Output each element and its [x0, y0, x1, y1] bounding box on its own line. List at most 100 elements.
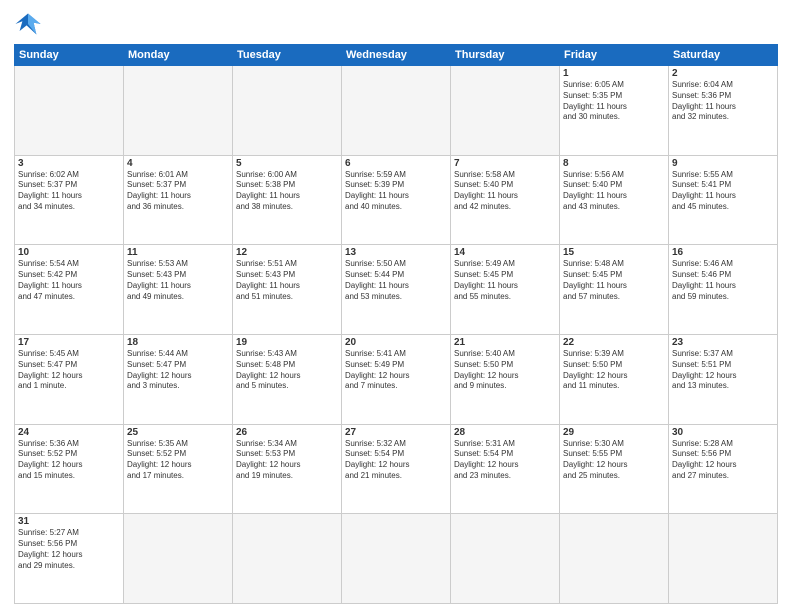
day-info: Sunrise: 5:43 AM Sunset: 5:48 PM Dayligh… [236, 349, 338, 392]
week-row-1: 1Sunrise: 6:05 AM Sunset: 5:35 PM Daylig… [15, 66, 778, 156]
weekday-header-wednesday: Wednesday [342, 45, 451, 66]
day-cell: 17Sunrise: 5:45 AM Sunset: 5:47 PM Dayli… [15, 334, 124, 424]
day-cell [342, 514, 451, 604]
day-cell: 19Sunrise: 5:43 AM Sunset: 5:48 PM Dayli… [233, 334, 342, 424]
weekday-header-thursday: Thursday [451, 45, 560, 66]
day-cell [15, 66, 124, 156]
day-info: Sunrise: 5:39 AM Sunset: 5:50 PM Dayligh… [563, 349, 665, 392]
day-number: 11 [127, 247, 229, 258]
week-row-6: 31Sunrise: 5:27 AM Sunset: 5:56 PM Dayli… [15, 514, 778, 604]
page: SundayMondayTuesdayWednesdayThursdayFrid… [0, 0, 792, 612]
day-info: Sunrise: 5:46 AM Sunset: 5:46 PM Dayligh… [672, 259, 774, 302]
day-info: Sunrise: 5:32 AM Sunset: 5:54 PM Dayligh… [345, 439, 447, 482]
day-cell: 12Sunrise: 5:51 AM Sunset: 5:43 PM Dayli… [233, 245, 342, 335]
day-info: Sunrise: 5:34 AM Sunset: 5:53 PM Dayligh… [236, 439, 338, 482]
day-info: Sunrise: 6:01 AM Sunset: 5:37 PM Dayligh… [127, 170, 229, 213]
day-cell: 8Sunrise: 5:56 AM Sunset: 5:40 PM Daylig… [560, 155, 669, 245]
day-info: Sunrise: 5:48 AM Sunset: 5:45 PM Dayligh… [563, 259, 665, 302]
logo-icon [14, 10, 42, 38]
week-row-4: 17Sunrise: 5:45 AM Sunset: 5:47 PM Dayli… [15, 334, 778, 424]
day-cell: 7Sunrise: 5:58 AM Sunset: 5:40 PM Daylig… [451, 155, 560, 245]
day-info: Sunrise: 5:58 AM Sunset: 5:40 PM Dayligh… [454, 170, 556, 213]
day-info: Sunrise: 5:28 AM Sunset: 5:56 PM Dayligh… [672, 439, 774, 482]
day-cell: 23Sunrise: 5:37 AM Sunset: 5:51 PM Dayli… [669, 334, 778, 424]
day-cell: 18Sunrise: 5:44 AM Sunset: 5:47 PM Dayli… [124, 334, 233, 424]
day-cell: 21Sunrise: 5:40 AM Sunset: 5:50 PM Dayli… [451, 334, 560, 424]
day-cell: 22Sunrise: 5:39 AM Sunset: 5:50 PM Dayli… [560, 334, 669, 424]
day-number: 5 [236, 158, 338, 169]
day-info: Sunrise: 6:02 AM Sunset: 5:37 PM Dayligh… [18, 170, 120, 213]
day-info: Sunrise: 5:35 AM Sunset: 5:52 PM Dayligh… [127, 439, 229, 482]
day-info: Sunrise: 5:49 AM Sunset: 5:45 PM Dayligh… [454, 259, 556, 302]
day-cell [451, 66, 560, 156]
day-cell [560, 514, 669, 604]
day-info: Sunrise: 6:05 AM Sunset: 5:35 PM Dayligh… [563, 80, 665, 123]
day-number: 20 [345, 337, 447, 348]
day-info: Sunrise: 6:04 AM Sunset: 5:36 PM Dayligh… [672, 80, 774, 123]
day-cell: 15Sunrise: 5:48 AM Sunset: 5:45 PM Dayli… [560, 245, 669, 335]
weekday-header-row: SundayMondayTuesdayWednesdayThursdayFrid… [15, 45, 778, 66]
calendar: SundayMondayTuesdayWednesdayThursdayFrid… [14, 44, 778, 604]
weekday-header-monday: Monday [124, 45, 233, 66]
day-info: Sunrise: 5:53 AM Sunset: 5:43 PM Dayligh… [127, 259, 229, 302]
day-cell [124, 514, 233, 604]
day-cell: 25Sunrise: 5:35 AM Sunset: 5:52 PM Dayli… [124, 424, 233, 514]
weekday-header-saturday: Saturday [669, 45, 778, 66]
day-number: 17 [18, 337, 120, 348]
day-cell: 11Sunrise: 5:53 AM Sunset: 5:43 PM Dayli… [124, 245, 233, 335]
day-number: 1 [563, 68, 665, 79]
day-cell: 14Sunrise: 5:49 AM Sunset: 5:45 PM Dayli… [451, 245, 560, 335]
day-info: Sunrise: 5:31 AM Sunset: 5:54 PM Dayligh… [454, 439, 556, 482]
header [14, 10, 778, 38]
day-cell: 4Sunrise: 6:01 AM Sunset: 5:37 PM Daylig… [124, 155, 233, 245]
day-number: 24 [18, 427, 120, 438]
day-number: 12 [236, 247, 338, 258]
day-number: 29 [563, 427, 665, 438]
day-number: 23 [672, 337, 774, 348]
day-info: Sunrise: 5:40 AM Sunset: 5:50 PM Dayligh… [454, 349, 556, 392]
logo [14, 10, 44, 38]
day-info: Sunrise: 5:59 AM Sunset: 5:39 PM Dayligh… [345, 170, 447, 213]
day-number: 16 [672, 247, 774, 258]
day-cell: 5Sunrise: 6:00 AM Sunset: 5:38 PM Daylig… [233, 155, 342, 245]
day-cell: 27Sunrise: 5:32 AM Sunset: 5:54 PM Dayli… [342, 424, 451, 514]
day-cell [233, 66, 342, 156]
day-info: Sunrise: 5:50 AM Sunset: 5:44 PM Dayligh… [345, 259, 447, 302]
day-info: Sunrise: 5:56 AM Sunset: 5:40 PM Dayligh… [563, 170, 665, 213]
day-number: 2 [672, 68, 774, 79]
day-cell: 24Sunrise: 5:36 AM Sunset: 5:52 PM Dayli… [15, 424, 124, 514]
day-cell: 13Sunrise: 5:50 AM Sunset: 5:44 PM Dayli… [342, 245, 451, 335]
day-cell: 9Sunrise: 5:55 AM Sunset: 5:41 PM Daylig… [669, 155, 778, 245]
day-cell: 28Sunrise: 5:31 AM Sunset: 5:54 PM Dayli… [451, 424, 560, 514]
day-number: 30 [672, 427, 774, 438]
day-number: 22 [563, 337, 665, 348]
weekday-header-friday: Friday [560, 45, 669, 66]
day-number: 7 [454, 158, 556, 169]
week-row-3: 10Sunrise: 5:54 AM Sunset: 5:42 PM Dayli… [15, 245, 778, 335]
day-cell: 30Sunrise: 5:28 AM Sunset: 5:56 PM Dayli… [669, 424, 778, 514]
day-cell: 31Sunrise: 5:27 AM Sunset: 5:56 PM Dayli… [15, 514, 124, 604]
day-cell: 26Sunrise: 5:34 AM Sunset: 5:53 PM Dayli… [233, 424, 342, 514]
day-number: 31 [18, 516, 120, 527]
day-number: 19 [236, 337, 338, 348]
day-cell [451, 514, 560, 604]
weekday-header-sunday: Sunday [15, 45, 124, 66]
day-number: 26 [236, 427, 338, 438]
day-info: Sunrise: 5:55 AM Sunset: 5:41 PM Dayligh… [672, 170, 774, 213]
day-number: 6 [345, 158, 447, 169]
day-info: Sunrise: 5:37 AM Sunset: 5:51 PM Dayligh… [672, 349, 774, 392]
weekday-header-tuesday: Tuesday [233, 45, 342, 66]
day-number: 13 [345, 247, 447, 258]
day-cell: 20Sunrise: 5:41 AM Sunset: 5:49 PM Dayli… [342, 334, 451, 424]
day-cell: 6Sunrise: 5:59 AM Sunset: 5:39 PM Daylig… [342, 155, 451, 245]
day-number: 28 [454, 427, 556, 438]
day-info: Sunrise: 6:00 AM Sunset: 5:38 PM Dayligh… [236, 170, 338, 213]
day-cell: 16Sunrise: 5:46 AM Sunset: 5:46 PM Dayli… [669, 245, 778, 335]
day-info: Sunrise: 5:27 AM Sunset: 5:56 PM Dayligh… [18, 528, 120, 571]
day-number: 8 [563, 158, 665, 169]
week-row-2: 3Sunrise: 6:02 AM Sunset: 5:37 PM Daylig… [15, 155, 778, 245]
day-cell: 10Sunrise: 5:54 AM Sunset: 5:42 PM Dayli… [15, 245, 124, 335]
day-info: Sunrise: 5:54 AM Sunset: 5:42 PM Dayligh… [18, 259, 120, 302]
day-info: Sunrise: 5:51 AM Sunset: 5:43 PM Dayligh… [236, 259, 338, 302]
day-number: 9 [672, 158, 774, 169]
